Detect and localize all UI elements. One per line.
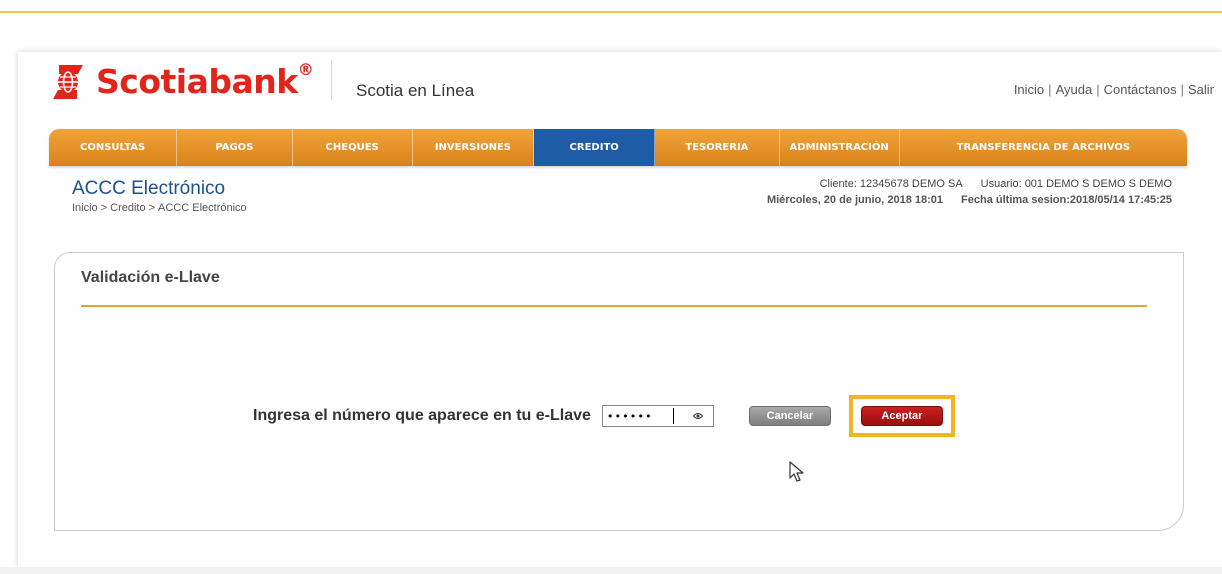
panel-divider xyxy=(81,305,1147,307)
validation-panel: Validación e-Llave Ingresa el número que… xyxy=(54,252,1184,531)
breadcrumb-separator: > xyxy=(100,202,108,214)
nav-tab-transferencia-de-archivos[interactable]: TRANSFERENCIA DE ARCHIVOS xyxy=(900,129,1187,166)
e-llave-form: Ingresa el número que aparece en tu e-Ll… xyxy=(253,395,955,437)
e-llave-prompt: Ingresa el número que aparece en tu e-Ll… xyxy=(253,407,591,424)
breadcrumb-separator: > xyxy=(148,202,156,214)
accept-button-highlight: Aceptar xyxy=(848,395,955,437)
scotiabank-globe-icon xyxy=(53,64,83,99)
scotiabank-logo[interactable]: Scotiabank® xyxy=(50,60,314,101)
nav-tab-cheques[interactable]: CHEQUES xyxy=(293,129,413,166)
bottom-band xyxy=(0,567,1222,574)
client-info: Cliente: 12345678 DEMO SA xyxy=(819,178,963,190)
breadcrumb-inicio[interactable]: Inicio xyxy=(72,202,98,214)
e-llave-input[interactable] xyxy=(602,407,693,425)
top-link-inicio[interactable]: Inicio xyxy=(1014,82,1044,97)
nav-tab-inversiones[interactable]: INVERSIONES xyxy=(413,129,535,166)
trademark-mark: ® xyxy=(297,60,314,79)
cancel-button[interactable]: Cancelar xyxy=(748,406,831,426)
text-caret xyxy=(672,408,674,424)
nav-tab-tesoreria[interactable]: TESORERIA xyxy=(655,129,780,166)
top-link-separator: | xyxy=(1096,82,1100,97)
accept-button[interactable]: Aceptar xyxy=(860,406,943,426)
brand-name: Scotiabank® xyxy=(96,60,314,101)
eye-icon[interactable] xyxy=(692,412,703,420)
user-info: Usuario: 001 DEMO S DEMO S DEMO xyxy=(980,178,1172,190)
main-nav: CONSULTAS PAGOS CHEQUES INVERSIONES CRED… xyxy=(49,122,1187,166)
breadcrumb: Inicio > Credito > ACCC Electrónico xyxy=(72,202,247,214)
top-accent-rule xyxy=(0,11,1222,13)
nav-tab-credito[interactable]: CREDITO xyxy=(534,122,656,166)
last-session: Fecha última sesion:2018/05/14 17:45:25 xyxy=(961,194,1172,206)
e-llave-input-wrapper[interactable] xyxy=(601,405,714,427)
top-link-ayuda[interactable]: Ayuda xyxy=(1056,82,1093,97)
page-title: ACCC Electrónico xyxy=(72,178,226,199)
panel-title: Validación e-Llave xyxy=(81,269,220,286)
session-info: Cliente: 12345678 DEMO SA Usuario: 001 DE… xyxy=(767,176,1172,208)
app-name: Scotia en Línea xyxy=(356,81,475,100)
breadcrumb-credito[interactable]: Credito xyxy=(110,202,145,214)
breadcrumb-current: ACCC Electrónico xyxy=(158,202,247,214)
mouse-pointer-icon xyxy=(789,461,804,482)
nav-tab-pagos[interactable]: PAGOS xyxy=(177,129,293,166)
top-link-separator: | xyxy=(1180,82,1184,97)
current-datetime: Miércoles, 20 de junio, 2018 18:01 xyxy=(766,194,944,206)
top-link-salir[interactable]: Salir xyxy=(1188,82,1214,97)
header-divider xyxy=(331,60,332,100)
nav-tab-consultas[interactable]: CONSULTAS xyxy=(49,129,178,166)
top-links: Inicio | Ayuda | Contáctanos | Salir xyxy=(1014,82,1214,97)
top-link-separator: | xyxy=(1048,82,1052,97)
nav-tab-administracion[interactable]: ADMINISTRACIÓN xyxy=(780,129,900,166)
top-link-contactanos[interactable]: Contáctanos xyxy=(1104,82,1177,97)
